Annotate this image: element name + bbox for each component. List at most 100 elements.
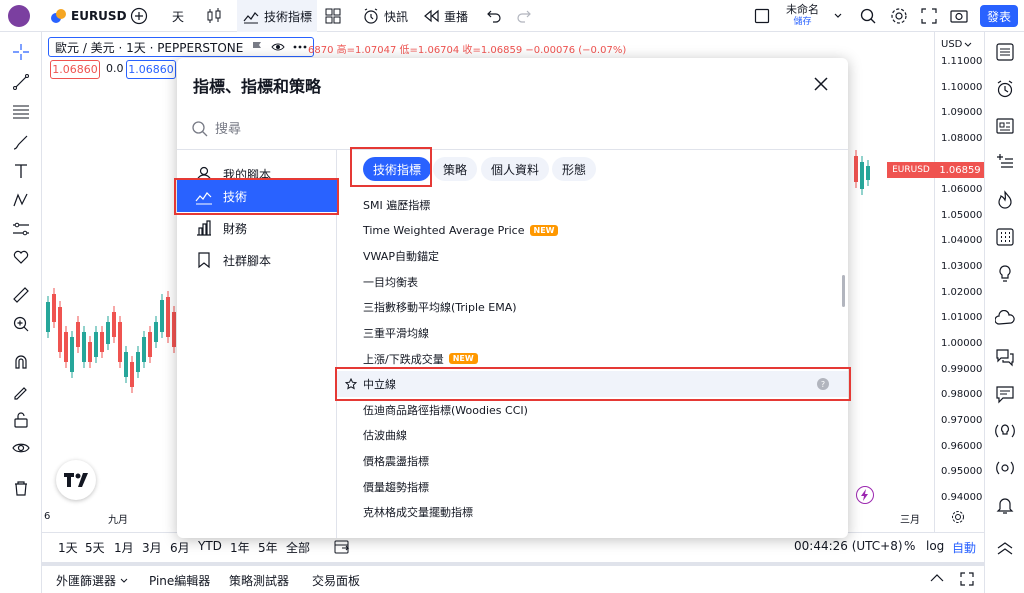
price-axis[interactable]: USD 1.11000 1.10000 1.09000 1.08000 1.06000 1… — [887, 32, 985, 532]
indicators-button[interactable]: 技術指標 — [237, 0, 317, 32]
list-item[interactable]: 一目均衡表 — [337, 269, 848, 295]
expand-button[interactable] — [921, 0, 937, 32]
alert-clock-icon[interactable] — [993, 77, 1017, 101]
collapse-panel-icon[interactable] — [993, 538, 1017, 562]
legend-title[interactable]: 歐元 / 美元 · 1天 · PEPPERSTONE — [48, 37, 315, 57]
idea-stream-icon[interactable] — [993, 419, 1017, 443]
layout-menu-button[interactable] — [833, 0, 843, 32]
replay-button[interactable]: 重播 — [422, 0, 468, 32]
chats-icon[interactable] — [993, 345, 1017, 369]
list-item[interactable]: 價格震盪指標 — [337, 448, 848, 474]
range-6m[interactable]: 6月 — [170, 539, 190, 556]
range-3m[interactable]: 3月 — [142, 539, 162, 556]
range-5y[interactable]: 5年 — [258, 539, 278, 556]
add-symbol-button[interactable] — [130, 0, 148, 32]
sidebar-item-financials[interactable]: 財務 — [177, 212, 337, 244]
alerts-button[interactable]: 快訊 — [362, 0, 408, 32]
sidebar-item-community-scripts[interactable]: 社群腳本 — [177, 244, 337, 276]
hotlist-icon[interactable] — [993, 188, 1017, 212]
ideas-lightbulb-icon[interactable] — [993, 262, 1017, 286]
publish-button[interactable]: 發表 — [980, 5, 1018, 27]
sidebar-item-technicals[interactable]: 技術 — [177, 180, 337, 212]
trend-line-icon[interactable] — [9, 70, 33, 94]
interval-button[interactable]: 天 — [172, 0, 184, 32]
list-item[interactable]: VWAP自動錨定 — [337, 243, 848, 269]
layout-name-button[interactable]: 未命名 儲存 — [786, 0, 819, 32]
eye-icon[interactable] — [9, 436, 33, 460]
tradingview-logo[interactable] — [56, 460, 96, 500]
fullscreen-toggle[interactable] — [754, 0, 770, 32]
goto-date-button[interactable] — [334, 539, 350, 558]
prediction-icon[interactable] — [9, 217, 33, 241]
lightning-icon[interactable] — [856, 486, 874, 504]
range-1d[interactable]: 1天 — [58, 539, 78, 556]
auto-toggle[interactable]: 自動 — [952, 539, 976, 556]
list-item[interactable]: 伍迪商品路徑指標(Woodies CCI) — [337, 397, 848, 423]
news-icon[interactable] — [993, 114, 1017, 138]
calendar-icon[interactable] — [993, 225, 1017, 249]
list-item[interactable]: 價量趨勢指標 — [337, 474, 848, 500]
fib-retracement-icon[interactable] — [9, 100, 33, 124]
search-input[interactable] — [213, 118, 813, 140]
notifications-bell-icon[interactable] — [993, 493, 1017, 517]
list-item[interactable]: 上漲/下跌成交量 NEW — [337, 346, 848, 372]
panel-collapse-button[interactable] — [930, 572, 944, 586]
snapshot-button[interactable] — [950, 0, 968, 32]
messages-icon[interactable] — [993, 382, 1017, 406]
user-avatar[interactable] — [8, 0, 30, 32]
magnet-icon[interactable] — [9, 350, 33, 374]
help-icon[interactable]: ? — [817, 378, 829, 391]
lock-icon[interactable] — [9, 408, 33, 432]
list-item[interactable]: 估波曲線 — [337, 422, 848, 448]
list-item[interactable]: 三重平滑均線 — [337, 320, 848, 346]
live-stream-icon[interactable] — [993, 456, 1017, 480]
pattern-icon[interactable] — [9, 188, 33, 212]
star-icon[interactable] — [345, 378, 357, 390]
range-ytd[interactable]: YTD — [198, 539, 222, 553]
range-all[interactable]: 全部 — [286, 539, 310, 556]
axis-settings-icon[interactable] — [951, 510, 965, 527]
list-item[interactable]: 克林格成交量擺動指標 — [337, 499, 848, 525]
ruler-icon[interactable] — [9, 283, 33, 307]
redo-button[interactable] — [516, 0, 532, 32]
zoom-in-icon[interactable] — [9, 312, 33, 336]
chip-patterns[interactable]: 形態 — [552, 157, 597, 181]
panel-maximize-button[interactable] — [960, 572, 974, 589]
tab-trading-panel[interactable]: 交易面板 — [312, 572, 360, 589]
symbol-search-button[interactable]: EURUSD — [50, 0, 127, 32]
trash-icon[interactable] — [9, 476, 33, 500]
list-scrollbar[interactable] — [842, 275, 845, 307]
range-1y[interactable]: 1年 — [230, 539, 250, 556]
add-list-icon[interactable] — [993, 151, 1017, 175]
percent-toggle[interactable]: % — [904, 539, 915, 553]
log-toggle[interactable]: log — [926, 539, 944, 553]
more-icon[interactable] — [293, 45, 307, 49]
tab-forex-screener[interactable]: 外匯篩選器 — [56, 572, 128, 589]
clock-label[interactable]: 00:44:26 (UTC+8) — [794, 539, 903, 553]
range-5d[interactable]: 5天 — [85, 539, 105, 556]
watchlist-icon[interactable] — [993, 40, 1017, 64]
list-item[interactable]: ? 中立線 — [337, 371, 848, 398]
chat-cloud-icon[interactable] — [993, 308, 1017, 332]
list-item[interactable]: Time Weighted Average Price NEW — [337, 218, 848, 244]
settings-button[interactable] — [890, 0, 908, 32]
list-item[interactable]: SMI 遍歷指標 — [337, 192, 848, 218]
flag-icon[interactable] — [251, 41, 263, 53]
currency-selector[interactable]: USD — [941, 39, 972, 50]
chip-profiles[interactable]: 個人資料 — [481, 157, 550, 181]
list-item[interactable]: 三指數移動平均線(Triple EMA) — [337, 294, 848, 320]
tab-pine-editor[interactable]: Pine編輯器 — [149, 572, 210, 589]
chip-technicals[interactable]: 技術指標 — [363, 157, 432, 181]
tab-strategy-tester[interactable]: 策略測試器 — [229, 572, 289, 589]
chart-type-button[interactable] — [205, 0, 223, 32]
sell-button[interactable]: 1.06860 — [50, 60, 100, 79]
brush-icon[interactable] — [9, 130, 33, 154]
chip-strategies[interactable]: 策略 — [433, 157, 478, 181]
range-1m[interactable]: 1月 — [114, 539, 134, 556]
crosshair-icon[interactable] — [9, 40, 33, 64]
text-icon[interactable] — [9, 159, 33, 183]
visibility-eye-icon[interactable] — [271, 41, 285, 53]
lock-drawing-icon[interactable] — [9, 379, 33, 403]
undo-button[interactable] — [486, 0, 502, 32]
heart-icon[interactable] — [9, 245, 33, 269]
